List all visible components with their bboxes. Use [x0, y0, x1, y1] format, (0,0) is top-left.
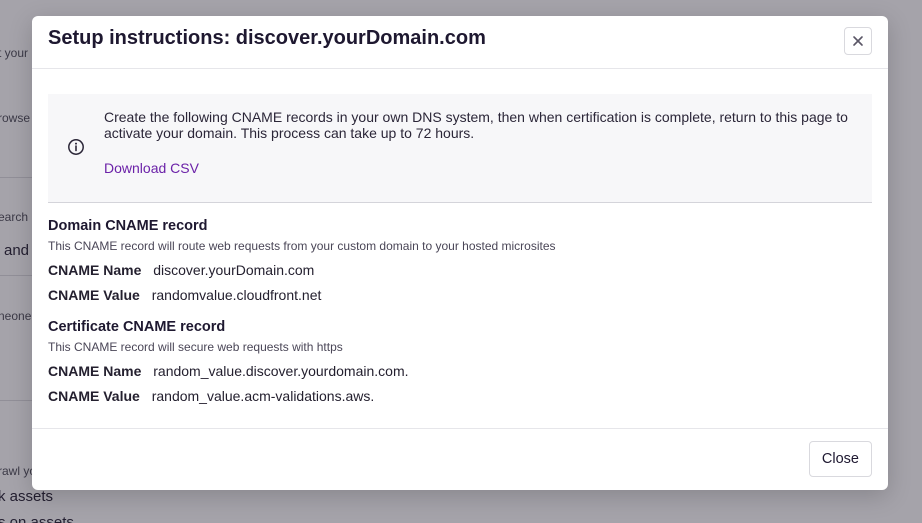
cname-value-value: randomvalue.cloudfront.net — [151, 287, 322, 303]
close-icon — [853, 36, 863, 46]
dialog-body: Create the following CNAME records in yo… — [32, 69, 888, 203]
certificate-record-description: This CNAME record will secure web reques… — [48, 340, 343, 354]
info-callout: Create the following CNAME records in yo… — [48, 94, 872, 203]
cname-name-value: random_value.discover.yourdomain.com. — [153, 363, 409, 379]
certificate-record-title: Certificate CNAME record — [48, 319, 226, 335]
certificate-cname-name-row: CNAME Name random_value.discover.yourdom… — [48, 363, 409, 379]
dialog-header: Setup instructions: discover.yourDomain.… — [32, 16, 888, 69]
domain-cname-name-row: CNAME Name discover.yourDomain.com — [48, 262, 314, 278]
close-button[interactable]: Close — [808, 441, 872, 477]
cname-name-label: CNAME Name — [48, 363, 142, 379]
info-text: Create the following CNAME records in yo… — [104, 109, 848, 141]
close-dialog-button[interactable] — [844, 27, 872, 55]
domain-record-description: This CNAME record will route web request… — [48, 239, 556, 253]
download-csv-link[interactable]: Download CSV — [104, 160, 199, 176]
cname-value-value: random_value.acm-validations.aws. — [151, 388, 375, 404]
cname-name-value: discover.yourDomain.com — [153, 262, 315, 278]
cname-value-label: CNAME Value — [48, 287, 140, 303]
domain-record-title: Domain CNAME record — [48, 218, 208, 234]
setup-instructions-dialog: Setup instructions: discover.yourDomain.… — [32, 16, 888, 490]
dialog-title: Setup instructions: discover.yourDomain.… — [48, 27, 486, 49]
cname-value-label: CNAME Value — [48, 388, 140, 404]
info-circle-icon — [68, 139, 84, 155]
certificate-cname-value-row: CNAME Value random_value.acm-validations… — [48, 388, 374, 404]
cname-name-label: CNAME Name — [48, 262, 142, 278]
domain-cname-value-row: CNAME Value randomvalue.cloudfront.net — [48, 287, 321, 303]
dialog-footer: Close — [32, 428, 888, 490]
